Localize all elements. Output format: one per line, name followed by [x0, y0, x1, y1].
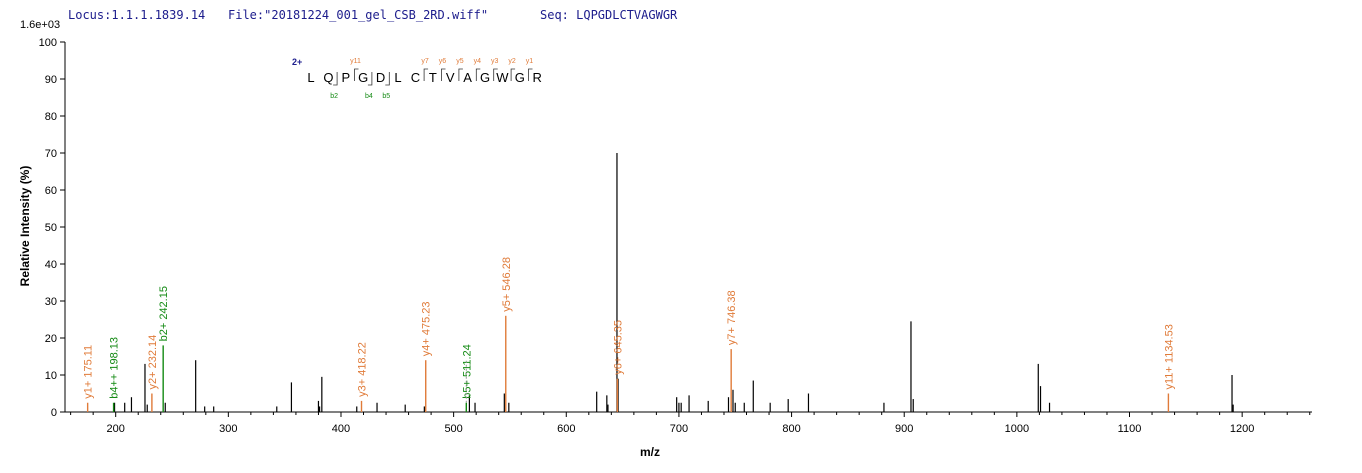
y-tick-label: 80 — [45, 111, 57, 123]
b-fragment-label: b5 — [382, 93, 390, 100]
ms-spectrum-chart: Locus:1.1.1.1839.14 File:"20181224_001_g… — [18, 8, 1312, 459]
y-ion-label: y11+ 1134.53 — [1163, 324, 1175, 389]
residue: G — [515, 70, 525, 85]
y-tick-label: 30 — [45, 296, 57, 308]
residue: P — [341, 70, 350, 85]
residue: G — [480, 70, 490, 85]
y-tick-label: 100 — [39, 37, 57, 49]
b-fragment-mark — [385, 72, 390, 86]
residue: L — [307, 70, 314, 85]
residue: L — [394, 70, 401, 85]
y-fragment-label: y4 — [474, 58, 482, 65]
y-ion-label: y2+ 232.14 — [147, 335, 159, 390]
b-ion-label: b4++ 198.13 — [109, 337, 121, 399]
x-tick-label: 300 — [219, 423, 237, 435]
x-tick-label: 900 — [895, 423, 913, 435]
y-fragment-label: y5 — [456, 58, 464, 65]
peptide-fragment-map: 2+L Q P G D L C T V A G W G Ry11 y7 y6 y5 y4 y3 y2 y1b2 b4 b5 — [292, 57, 542, 100]
residue: W — [496, 70, 509, 85]
x-tick-label: 1200 — [1230, 423, 1254, 435]
axes: 0 10 20 30 40 50 60 70 80 90 100 200 300 400 500 600 700… — [39, 37, 1312, 435]
y-ion-label: y6+ 645.35 — [612, 320, 624, 375]
file-text: File:"20181224_001_gel_CSB_2RD.wiff" — [228, 8, 488, 22]
peaks: y1+ 175.11 b4++ 198.13 y2+ 232.14b2+ 242.1… — [83, 153, 1234, 412]
x-axis-title: m/z — [640, 445, 660, 459]
y-fragment-label: y1 — [526, 58, 534, 65]
y-ion-label: y3+ 418.22 — [357, 342, 369, 397]
x-tick-label: 500 — [444, 423, 462, 435]
b-fragment-label: b4 — [365, 93, 373, 100]
sequence-text: Seq: LQPGDLCTVAGWGR — [540, 8, 678, 22]
locus-text: Locus:1.1.1.1839.14 — [68, 8, 205, 22]
y-multiplier-label: 1.6e+03 — [20, 19, 60, 31]
y-tick-label: 0 — [51, 407, 57, 419]
x-tick-label: 1100 — [1118, 423, 1142, 435]
y-tick-label: 50 — [45, 222, 57, 234]
y-tick-label: 90 — [45, 74, 57, 86]
y-tick-label: 60 — [45, 185, 57, 197]
y-tick-label: 20 — [45, 333, 57, 345]
y-tick-label: 10 — [45, 370, 57, 382]
y-axis-title: Relative Intensity (%) — [18, 166, 32, 287]
y-fragment-label: y3 — [491, 58, 499, 65]
y-fragment-label: y7 — [421, 58, 429, 65]
y-fragment-label: y6 — [439, 58, 447, 65]
charge-state-label: 2+ — [292, 57, 302, 67]
y-fragment-label: y11 — [350, 58, 361, 65]
residue: A — [463, 70, 472, 85]
residue: R — [533, 70, 542, 85]
residue: D — [376, 70, 385, 85]
y-ion-label: y1+ 175.11 — [83, 345, 95, 399]
x-tick-label: 600 — [557, 423, 575, 435]
b-fragment-mark — [367, 72, 373, 86]
residue: G — [358, 70, 368, 85]
x-tick-label: 400 — [332, 423, 350, 435]
x-tick-label: 700 — [670, 423, 688, 435]
y-fragment-mark — [423, 68, 429, 81]
y-tick-label: 70 — [45, 148, 57, 160]
x-tick-label: 800 — [782, 423, 800, 435]
residue: T — [429, 70, 437, 85]
b-fragment-mark — [333, 72, 338, 86]
y-fragment-label: y2 — [508, 58, 516, 65]
residue: V — [446, 70, 455, 85]
y-ion-label: y4+ 475.23 — [421, 301, 433, 356]
b-ion-label: b2+ 242.15 — [158, 286, 170, 341]
residue: Q — [323, 70, 333, 85]
x-tick-label: 200 — [107, 423, 125, 435]
b-ion-label: b5+ 511.24 — [461, 344, 473, 399]
residue: C — [411, 70, 420, 85]
y-ion-label: y7+ 746.38 — [726, 290, 738, 345]
b-fragment-label: b2 — [330, 93, 338, 100]
y-tick-label: 40 — [45, 259, 57, 271]
y-ion-label: y5+ 546.28 — [501, 257, 513, 312]
x-tick-label: 1000 — [1005, 423, 1029, 435]
